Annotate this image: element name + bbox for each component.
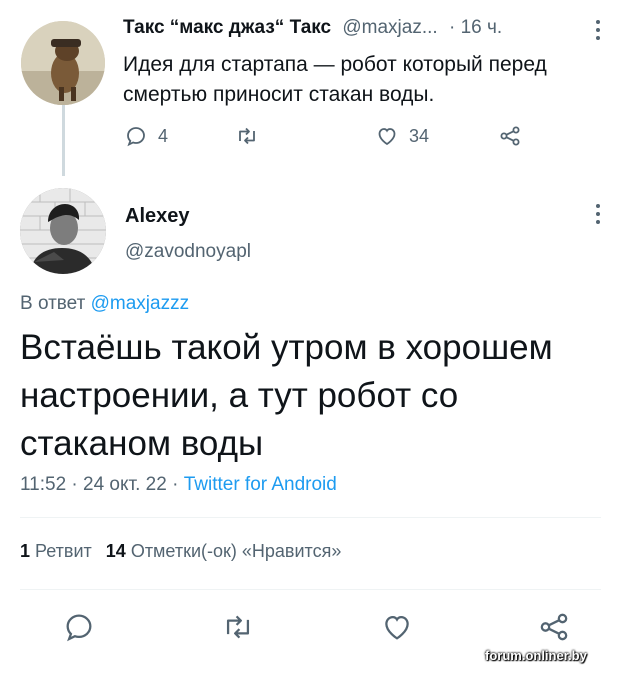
like-button[interactable] xyxy=(380,610,416,646)
share-button[interactable] xyxy=(498,124,522,148)
tweet-stats: 1 Ретвит 14 Отметки(-ок) «Нравится» xyxy=(20,541,341,562)
divider xyxy=(20,517,601,518)
tweet-meta: 11:52 · 24 окт. 22 · Twitter for Android xyxy=(20,474,337,496)
tweet-source[interactable]: Twitter for Android xyxy=(184,474,337,495)
retweets-stat[interactable]: 1 Ретвит xyxy=(20,541,92,561)
retweet-icon xyxy=(226,615,250,639)
reply-to-label: В ответ xyxy=(20,293,86,314)
retweet-icon xyxy=(239,127,255,145)
comment-icon xyxy=(127,127,145,147)
like-label: Отметки(-ок) «Нравится» xyxy=(130,541,342,561)
share-icon xyxy=(500,126,520,146)
likes-stat[interactable]: 14 Отметки(-ок) «Нравится» xyxy=(106,541,342,561)
tweet-actions xyxy=(0,610,621,646)
comment-icon xyxy=(66,614,92,642)
like-button[interactable]: 34 xyxy=(375,124,429,148)
tweet-time[interactable]: · 16 ч. xyxy=(449,17,502,38)
heart-icon xyxy=(385,615,409,640)
author-name[interactable]: Такс “макс джаз“ Такс xyxy=(123,17,331,38)
original-tweet[interactable]: Такс “макс джаз“ Такс @maxjaz... · 16 ч.… xyxy=(0,0,621,180)
watermark: forum.onliner.by xyxy=(485,648,587,663)
author-name[interactable]: Alexey xyxy=(125,205,190,228)
reply-to-line: В ответ @maxjazzz xyxy=(20,293,189,315)
reply-button[interactable]: 4 xyxy=(124,124,168,148)
avatar[interactable] xyxy=(21,21,105,105)
tweet-header: Такс “макс джаз“ Такс @maxjaz... · 16 ч. xyxy=(123,17,502,39)
tweet-text: Встаёшь такой утром в хорошем настроении… xyxy=(20,328,553,463)
avatar[interactable] xyxy=(20,188,106,274)
author-handle[interactable]: @zavodnoyapl xyxy=(125,241,251,263)
retweet-count: 1 xyxy=(20,541,31,561)
share-icon xyxy=(540,613,568,641)
reply-count: 4 xyxy=(158,125,169,146)
retweet-label: Ретвит xyxy=(35,541,92,561)
like-count: 34 xyxy=(409,125,430,146)
more-vertical-icon[interactable] xyxy=(590,200,606,228)
reply-button[interactable] xyxy=(62,610,98,646)
heart-icon xyxy=(378,128,396,146)
like-count: 14 xyxy=(105,541,126,561)
retweet-button[interactable] xyxy=(221,610,257,646)
share-button[interactable] xyxy=(537,610,573,646)
retweet-button[interactable] xyxy=(235,124,269,148)
divider xyxy=(20,589,601,590)
reply-to-mention[interactable]: @maxjazzz xyxy=(91,293,189,314)
tweet-text: Идея для стартапа — робот который перед … xyxy=(123,53,547,106)
author-handle[interactable]: @maxjaz... xyxy=(342,17,437,38)
more-vertical-icon[interactable] xyxy=(590,16,606,44)
tweet-actions: 4 34 xyxy=(120,124,540,154)
tweet-timestamp[interactable]: 11:52 · 24 окт. 22 · xyxy=(20,474,184,495)
